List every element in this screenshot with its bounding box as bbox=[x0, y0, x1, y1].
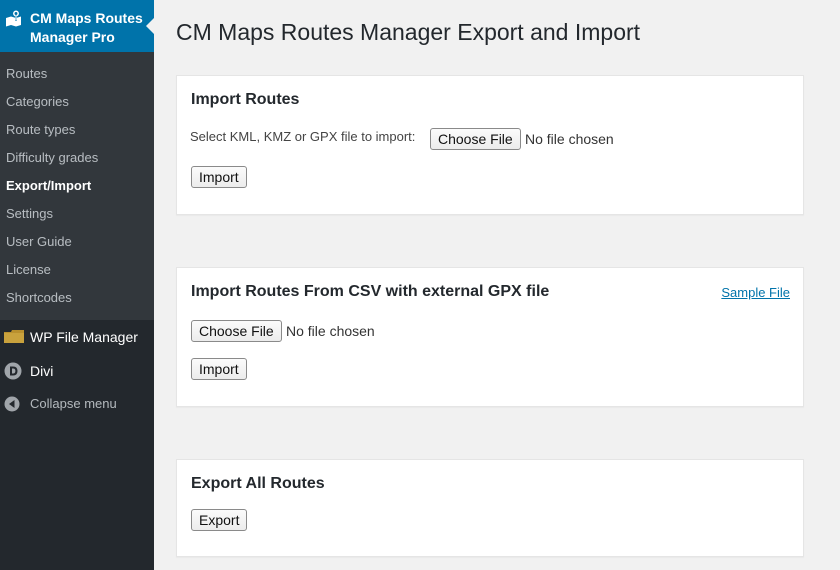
submenu-item-export-import[interactable]: Export/Import bbox=[6, 177, 91, 195]
submenu-item-shortcodes[interactable]: Shortcodes bbox=[6, 289, 72, 307]
sidebar-label-wp-file-manager: WP File Manager bbox=[30, 329, 138, 345]
submenu-item-routes[interactable]: Routes bbox=[6, 65, 47, 83]
admin-sidebar: CM Maps Routes Manager Pro Routes Catego… bbox=[0, 0, 154, 570]
csv-choose-file-button[interactable]: Choose File bbox=[191, 320, 282, 342]
map-pin-icon bbox=[5, 10, 23, 28]
export-button[interactable]: Export bbox=[191, 509, 248, 531]
divi-icon bbox=[4, 362, 22, 380]
submenu-item-user-guide[interactable]: User Guide bbox=[6, 233, 72, 251]
export-routes-heading: Export All Routes bbox=[191, 475, 325, 492]
sample-file-link[interactable]: Sample File bbox=[721, 285, 790, 301]
csv-import-button[interactable]: Import bbox=[191, 358, 247, 380]
collapse-arrow-icon bbox=[4, 395, 22, 413]
import-file-label: Select KML, KMZ or GPX file to import: bbox=[190, 129, 416, 144]
sidebar-label-divi: Divi bbox=[30, 363, 54, 379]
submenu-item-license[interactable]: License bbox=[6, 261, 51, 279]
current-menu-arrow bbox=[146, 18, 154, 34]
plugin-submenu: Routes Categories Route types Difficulty… bbox=[0, 52, 154, 320]
submenu-item-route-types[interactable]: Route types bbox=[6, 121, 75, 139]
sidebar-item-cm-maps-routes-manager[interactable]: CM Maps Routes Manager Pro bbox=[0, 0, 154, 52]
sidebar-plugin-title: CM Maps Routes Manager Pro bbox=[30, 10, 143, 45]
import-csv-heading: Import Routes From CSV with external GPX… bbox=[191, 283, 550, 300]
import-csv-panel: Import Routes From CSV with external GPX… bbox=[176, 267, 804, 407]
submenu-item-difficulty-grades[interactable]: Difficulty grades bbox=[6, 149, 98, 167]
sidebar-item-wp-file-manager[interactable]: WP File Manager bbox=[0, 320, 154, 354]
no-file-chosen-text: No file chosen bbox=[525, 131, 614, 147]
collapse-menu-button[interactable]: Collapse menu bbox=[0, 387, 154, 421]
import-routes-panel: Import Routes Select KML, KMZ or GPX fil… bbox=[176, 75, 804, 215]
sidebar-item-divi[interactable]: Divi bbox=[0, 354, 154, 388]
csv-no-file-chosen-text: No file chosen bbox=[286, 323, 375, 339]
folder-icon bbox=[4, 328, 24, 346]
choose-file-button[interactable]: Choose File bbox=[430, 128, 521, 150]
submenu-item-categories[interactable]: Categories bbox=[6, 93, 69, 111]
import-routes-heading: Import Routes bbox=[191, 91, 300, 108]
import-button[interactable]: Import bbox=[191, 166, 247, 188]
export-routes-panel: Export All Routes Export bbox=[176, 459, 804, 557]
collapse-menu-label: Collapse menu bbox=[30, 396, 117, 411]
submenu-item-settings[interactable]: Settings bbox=[6, 205, 53, 223]
page-title: CM Maps Routes Manager Export and Import bbox=[176, 19, 641, 45]
